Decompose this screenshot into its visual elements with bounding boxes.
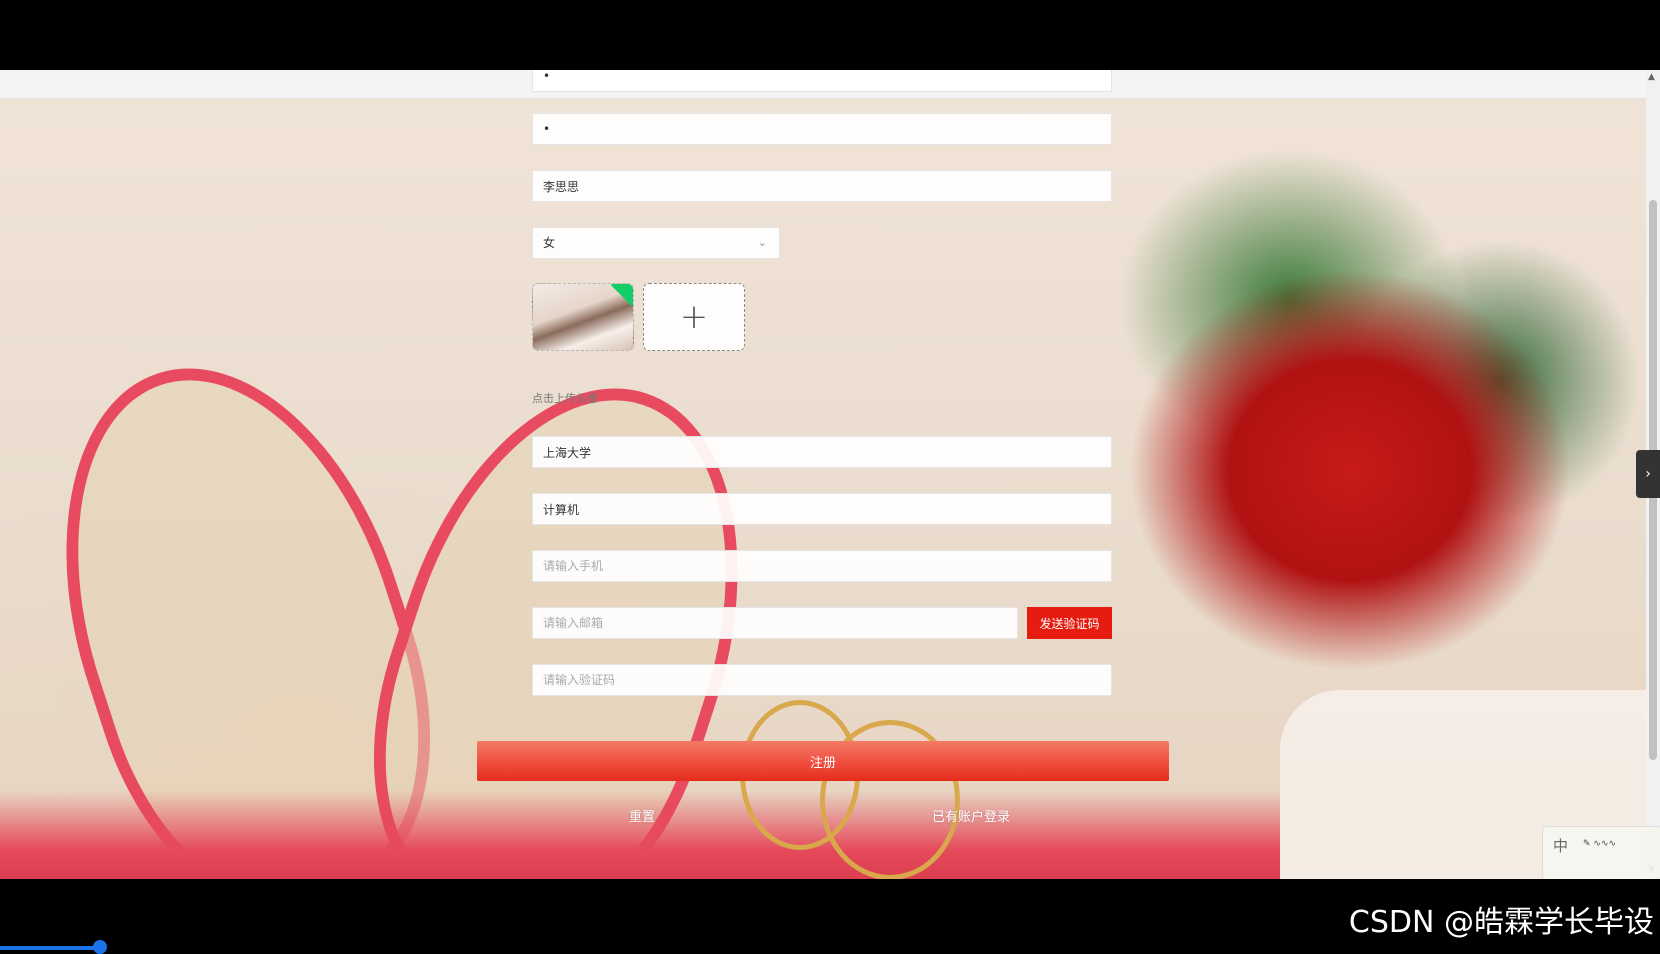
ime-handwriting-icon: ✎ ∿∿∿ [1583, 839, 1617, 849]
school-field[interactable] [532, 436, 1112, 468]
login-link[interactable]: 已有账户登录 [932, 806, 1010, 825]
scroll-up-icon[interactable]: ▲ [1648, 72, 1655, 82]
name-field[interactable] [532, 170, 1112, 202]
watermark: CSDN @皓霖学长毕设 [1348, 905, 1654, 940]
register-button[interactable]: 注册 [477, 741, 1169, 781]
plus-icon: + [679, 297, 709, 337]
book-pages-decoration [0, 790, 1280, 879]
side-panel-toggle[interactable]: › [1636, 450, 1660, 498]
video-progress-bar[interactable] [0, 946, 100, 950]
gender-select[interactable]: 女 ⌄ [532, 227, 780, 259]
reset-button[interactable]: 重置 [629, 806, 655, 825]
major-field[interactable] [532, 493, 1112, 525]
password-field[interactable] [532, 70, 1112, 92]
video-progress-handle[interactable] [92, 940, 107, 954]
email-field[interactable] [532, 607, 1018, 639]
confirm-password-field[interactable] [532, 113, 1112, 145]
upload-hint: 点击上传头像 [532, 392, 598, 405]
chevron-down-icon: ⌄ [757, 236, 767, 249]
avatar-preview[interactable] [532, 283, 634, 351]
send-code-button[interactable]: 发送验证码 [1027, 607, 1112, 639]
ime-mode-indicator[interactable]: 中 [1553, 835, 1568, 856]
page-viewport: 女 ⌄ + 点击上传头像 发送验证码 注册 重置 已有账户登录 ▲ ▼ › 中 … [0, 70, 1660, 879]
ime-toolbar[interactable]: 中 ✎ ∿∿∿ [1542, 826, 1660, 879]
chevron-right-icon: › [1645, 466, 1651, 482]
upload-success-badge [610, 284, 633, 307]
verification-code-field[interactable] [532, 664, 1112, 696]
avatar-upload-button[interactable]: + [643, 283, 745, 351]
phone-field[interactable] [532, 550, 1112, 582]
gender-selected-value: 女 [543, 236, 556, 250]
